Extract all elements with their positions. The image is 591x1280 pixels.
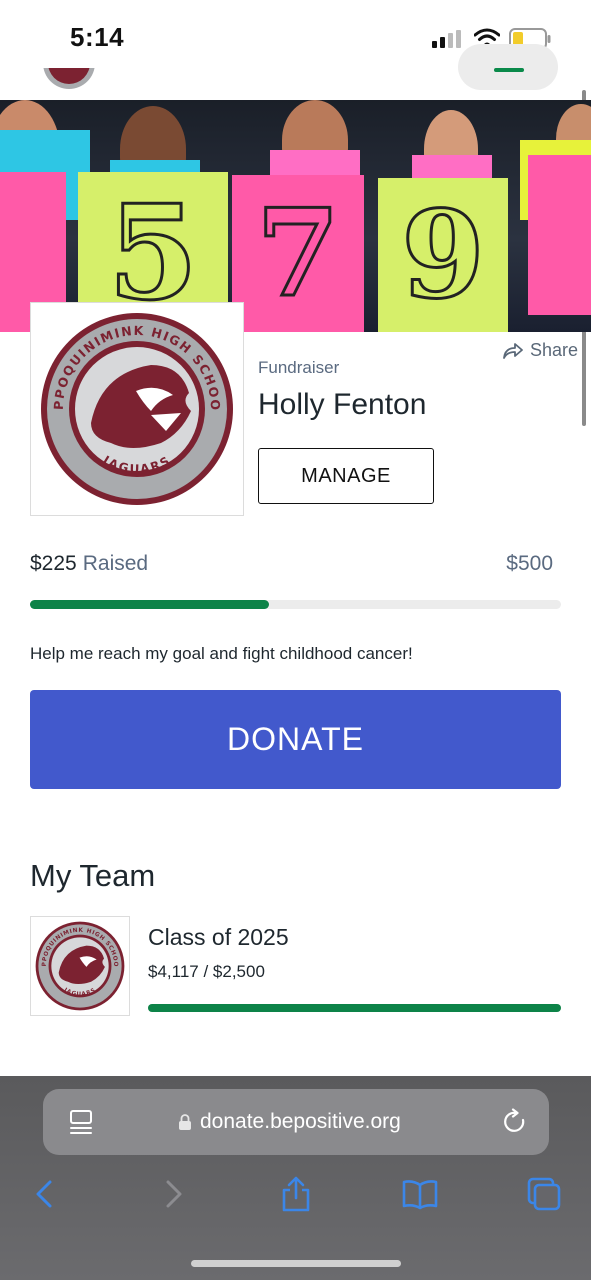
- manage-button[interactable]: MANAGE: [258, 448, 434, 504]
- cellular-signal-icon: [432, 30, 461, 48]
- url-text[interactable]: donate.bepositive.org: [200, 1110, 401, 1134]
- share-arrow-icon: [503, 342, 523, 359]
- menu-button-peek[interactable]: [458, 44, 558, 90]
- team-heading: My Team: [30, 858, 156, 893]
- page-menu-icon[interactable]: [68, 1108, 94, 1138]
- team-name[interactable]: Class of 2025: [148, 924, 289, 951]
- fundraiser-message: Help me reach my goal and fight childhoo…: [30, 644, 413, 663]
- raised-label: Raised: [82, 552, 149, 575]
- hero-sign-digit: 7: [232, 175, 364, 332]
- hero-sign-digit: 9: [378, 178, 508, 332]
- tabs-icon[interactable]: [526, 1176, 562, 1212]
- team-progress-fill: [148, 1004, 561, 1012]
- raised-value: $225: [30, 552, 77, 575]
- team-amount: $4,117 / $2,500: [148, 962, 265, 981]
- team-progress-bar: [148, 1004, 561, 1012]
- raised-amount: $225 Raised: [30, 552, 148, 576]
- bookmarks-icon[interactable]: [402, 1176, 438, 1212]
- home-indicator[interactable]: [191, 1260, 401, 1267]
- status-time: 5:14: [70, 22, 125, 52]
- back-icon[interactable]: [28, 1176, 64, 1212]
- reload-icon[interactable]: [502, 1108, 528, 1136]
- fundraiser-progress-fill: [30, 600, 269, 609]
- team-avatar[interactable]: APPOQUINIMINK HIGH SCHOOL JAGUARS: [28, 913, 130, 1016]
- share-label: Share: [530, 340, 579, 360]
- goal-amount: $500: [506, 552, 553, 575]
- lock-icon: [179, 1114, 191, 1130]
- jaguars-logo: APPOQUINIMINK HIGH SCHOOL JAGUARS: [28, 913, 125, 1011]
- fundraiser-progress-bar: [30, 600, 561, 609]
- fundraiser-role: Fundraiser: [258, 358, 340, 377]
- jaguars-logo: APPOQUINIMINK HIGH SCHOOL JAGUARS: [25, 291, 233, 505]
- share-button[interactable]: Share: [502, 340, 578, 361]
- header-logo-peek[interactable]: [42, 68, 96, 90]
- hero-banner-image: 5 , 7 9: [0, 100, 591, 332]
- fundraiser-avatar: APPOQUINIMINK HIGH SCHOOL JAGUARS: [25, 291, 244, 516]
- forward-icon[interactable]: [154, 1176, 190, 1212]
- share-icon[interactable]: [278, 1176, 314, 1212]
- hero-sign: [528, 155, 591, 315]
- fundraiser-name: Holly Fenton: [258, 388, 427, 421]
- donate-button[interactable]: DONATE: [30, 690, 561, 789]
- menu-bar-peek: [494, 68, 524, 72]
